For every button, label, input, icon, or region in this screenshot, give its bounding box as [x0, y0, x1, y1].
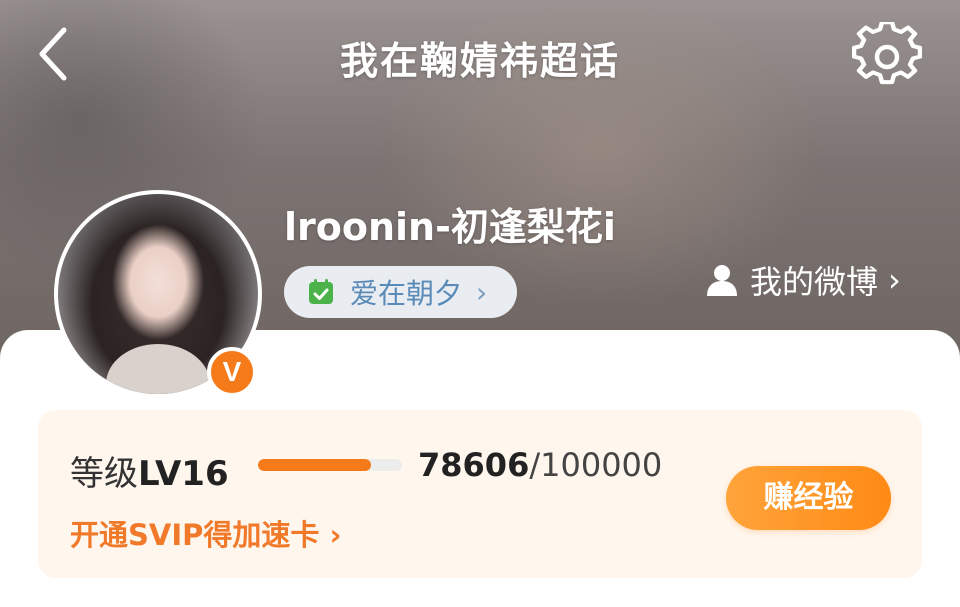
level-prefix: 等级 — [70, 454, 138, 494]
chevron-right-icon: › — [888, 261, 901, 299]
settings-button[interactable] — [851, 20, 923, 92]
username: lroonin-初逢梨花i — [284, 205, 616, 249]
svip-promo-link[interactable]: 开通SVIP得加速卡 › — [70, 512, 341, 554]
experience-total: 100000 — [540, 446, 663, 484]
experience-separator: / — [529, 446, 541, 484]
chevron-right-icon: › — [476, 275, 488, 309]
level-value: LV16 — [138, 454, 229, 494]
my-weibo-link[interactable]: 我的微博 › — [704, 258, 901, 302]
fan-group-tag[interactable]: 爱在朝夕 › — [284, 266, 518, 318]
page-title: 我在鞠婧祎超话 — [339, 39, 620, 83]
experience-progress-fill — [258, 459, 372, 471]
gear-icon — [851, 20, 923, 85]
experience-progress-bar — [258, 459, 402, 471]
level-label: 等级LV16 — [70, 446, 229, 495]
experience-current: 78606 — [418, 446, 530, 484]
my-weibo-label: 我的微博 — [750, 263, 879, 301]
fan-group-label: 爱在朝夕 — [350, 277, 463, 310]
verified-badge: V — [207, 347, 257, 397]
earn-experience-button[interactable]: 赚经验 — [726, 466, 891, 530]
person-icon — [707, 265, 737, 296]
experience-text: 78606/100000 — [418, 446, 662, 484]
avatar-figure — [106, 344, 210, 394]
calendar-check-icon — [309, 279, 333, 304]
